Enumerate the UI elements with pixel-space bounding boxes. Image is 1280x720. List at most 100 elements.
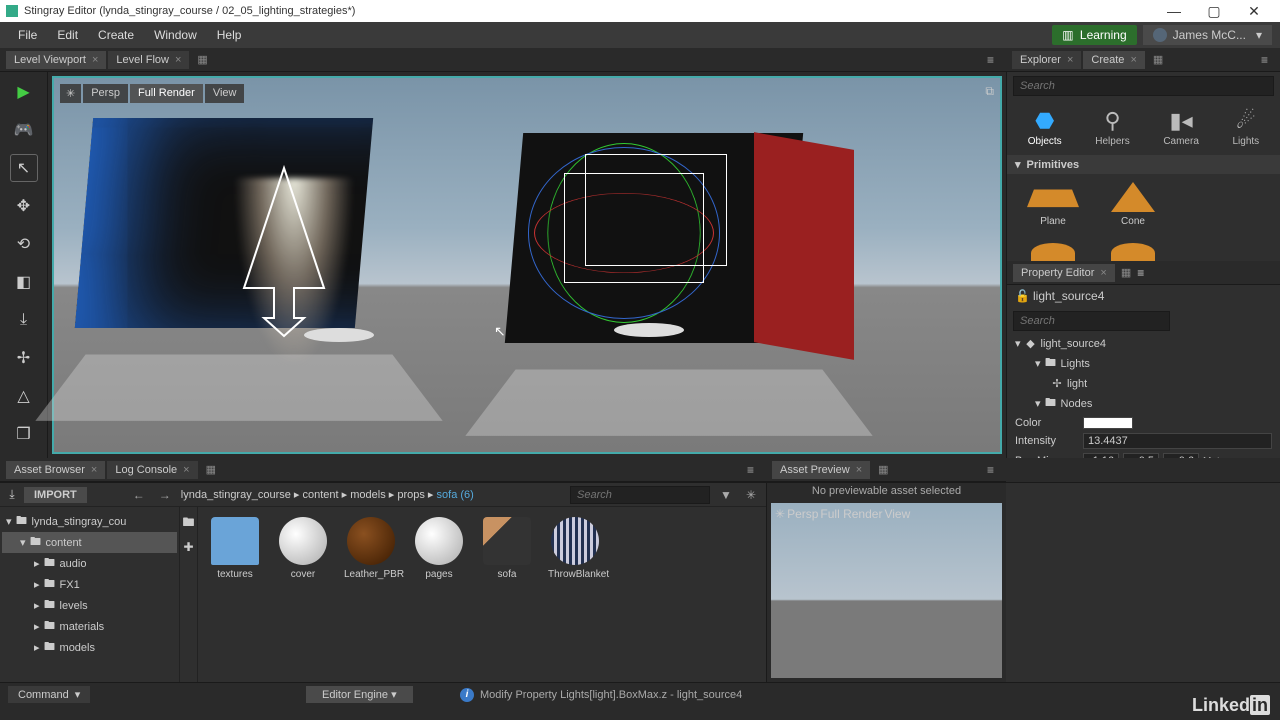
close-icon[interactable]: × — [175, 54, 181, 66]
nav-forward-button[interactable]: → — [155, 488, 175, 502]
add-tab-button[interactable]: ▦ — [1147, 50, 1169, 69]
tab-level-flow[interactable]: Level Flow× — [108, 51, 189, 69]
preview-view-button[interactable]: View — [884, 507, 910, 521]
intensity-input[interactable]: 13.4437 — [1083, 433, 1272, 449]
gear-icon[interactable]: ✳ — [742, 488, 760, 502]
add-tab-button[interactable]: ▦ — [200, 460, 222, 479]
tree-row[interactable]: ▾🖿lynda_stingray_cou — [2, 511, 177, 532]
property-search-input[interactable] — [1013, 311, 1170, 331]
primitives-section-header[interactable]: ▾Primitives — [1007, 155, 1280, 174]
menu-help[interactable]: Help — [207, 24, 252, 46]
preview-viewport[interactable]: ✳ Persp Full Render View — [771, 503, 1002, 678]
panel-menu-icon[interactable]: ≡ — [981, 53, 1000, 67]
asset-search-input[interactable] — [570, 486, 710, 504]
new-asset-icon[interactable]: ✚ — [183, 540, 195, 554]
tab-explorer[interactable]: Explorer× — [1012, 51, 1081, 69]
menu-create[interactable]: Create — [88, 24, 144, 46]
close-icon[interactable]: × — [92, 54, 98, 66]
minimize-button[interactable]: — — [1154, 0, 1194, 22]
close-icon[interactable]: × — [91, 464, 97, 476]
close-icon[interactable]: × — [856, 464, 862, 476]
scale-tool[interactable]: ◧ — [10, 268, 38, 296]
level-viewport[interactable]: ✳ Persp Full Render View ⧉ — [52, 76, 1002, 454]
layers-tool[interactable]: ❒ — [10, 420, 38, 448]
tab-create[interactable]: Create× — [1083, 51, 1144, 69]
test-button[interactable]: 🎮 — [10, 116, 38, 144]
category-helpers[interactable]: ⚲Helpers — [1095, 108, 1129, 147]
add-tab-button[interactable]: ▦ — [872, 460, 894, 479]
color-label: Color — [1015, 417, 1079, 429]
panel-menu-icon[interactable]: ≡ — [1255, 53, 1274, 67]
tree-row[interactable]: ▸🖿models — [2, 637, 177, 658]
nav-back-button[interactable]: ← — [129, 488, 149, 502]
measure-tool[interactable]: △ — [10, 382, 38, 410]
category-camera[interactable]: ▮◂Camera — [1163, 108, 1199, 147]
asset-item[interactable]: pages — [412, 517, 466, 580]
camera-persp-button[interactable]: Persp — [83, 84, 128, 103]
primitive-dome[interactable] — [1111, 243, 1155, 261]
viewport-settings-button[interactable]: ✳ — [60, 84, 81, 103]
add-tab-button[interactable]: ▦ — [1115, 263, 1137, 282]
menu-window[interactable]: Window — [144, 24, 207, 46]
chevron-down-icon[interactable]: ▾ — [1035, 397, 1041, 410]
menu-edit[interactable]: Edit — [47, 24, 88, 46]
chevron-down-icon[interactable]: ▾ — [1015, 337, 1021, 350]
create-search-input[interactable] — [1013, 76, 1274, 96]
asset-item[interactable]: Leather_PBR — [344, 517, 398, 580]
tab-log-console[interactable]: Log Console× — [107, 461, 197, 479]
maximize-button[interactable]: ▢ — [1194, 0, 1234, 22]
user-menu[interactable]: James McC... — [1143, 25, 1272, 45]
category-objects[interactable]: ⬣Objects — [1028, 108, 1062, 147]
filter-icon[interactable]: ▼ — [716, 488, 736, 502]
tree-row[interactable]: ▾🖿content — [2, 532, 177, 553]
close-icon[interactable]: × — [1130, 54, 1136, 66]
panel-menu-icon[interactable]: ≡ — [741, 463, 760, 477]
panel-menu-icon[interactable]: ≡ — [981, 463, 1000, 477]
render-mode-button[interactable]: Full Render — [130, 84, 203, 103]
asset-item[interactable]: cover — [276, 517, 330, 580]
primitive-sphere[interactable] — [1031, 243, 1075, 261]
select-tool[interactable]: ↖ — [10, 154, 38, 182]
learning-button[interactable]: ▥ Learning — [1052, 25, 1137, 45]
preview-persp-button[interactable]: Persp — [787, 507, 818, 521]
color-swatch[interactable] — [1083, 417, 1133, 429]
asset-item[interactable]: textures — [208, 517, 262, 580]
play-button[interactable]: ▶ — [10, 78, 38, 106]
tab-property-editor[interactable]: Property Editor× — [1013, 264, 1115, 282]
close-icon[interactable]: × — [183, 464, 189, 476]
tree-row[interactable]: ▸🖿levels — [2, 595, 177, 616]
tab-level-viewport[interactable]: Level Viewport× — [6, 51, 106, 69]
snap-tool[interactable]: ✢ — [10, 344, 38, 372]
close-button[interactable]: ✕ — [1234, 0, 1274, 22]
chevron-down-icon[interactable]: ▾ — [1035, 357, 1041, 370]
engine-selector[interactable]: Editor Engine — [306, 686, 413, 703]
maximize-viewport-icon[interactable]: ⧉ — [985, 84, 994, 99]
new-folder-icon[interactable]: 🖿 — [183, 513, 195, 534]
asset-item[interactable]: ThrowBlanket — [548, 517, 602, 580]
move-tool[interactable]: ✥ — [10, 192, 38, 220]
command-menu[interactable]: Command — [8, 686, 90, 703]
tree-row[interactable]: ▸🖿FX1 — [2, 574, 177, 595]
tree-row[interactable]: ▸🖿materials — [2, 616, 177, 637]
view-menu-button[interactable]: View — [205, 84, 245, 103]
primitive-plane[interactable]: Plane — [1031, 182, 1075, 227]
lock-icon[interactable]: 🔓 — [1015, 289, 1027, 303]
import-button[interactable]: IMPORT — [24, 487, 87, 503]
place-tool[interactable]: ⤓ — [10, 306, 38, 334]
asset-item[interactable]: sofa — [480, 517, 534, 580]
rotate-tool[interactable]: ⟲ — [10, 230, 38, 258]
close-icon[interactable]: × — [1100, 267, 1106, 279]
panel-menu-icon[interactable]: ≡ — [1137, 266, 1144, 280]
menu-file[interactable]: File — [8, 24, 47, 46]
tree-row[interactable]: ▸🖿audio — [2, 553, 177, 574]
bottom-mid-tabbar: Asset Preview× ▦ ≡ — [766, 458, 1006, 482]
breadcrumb[interactable]: lynda_stingray_course ▸ content ▸ models… — [181, 488, 474, 501]
close-icon[interactable]: × — [1067, 54, 1073, 66]
tab-asset-browser[interactable]: Asset Browser× — [6, 461, 105, 479]
tab-asset-preview[interactable]: Asset Preview× — [772, 461, 870, 479]
preview-render-button[interactable]: Full Render — [820, 507, 882, 521]
add-tab-button[interactable]: ▦ — [191, 50, 213, 69]
category-lights[interactable]: ☄Lights — [1232, 108, 1259, 147]
primitive-cone[interactable]: Cone — [1111, 182, 1155, 227]
preview-settings-button[interactable]: ✳ — [775, 507, 785, 521]
